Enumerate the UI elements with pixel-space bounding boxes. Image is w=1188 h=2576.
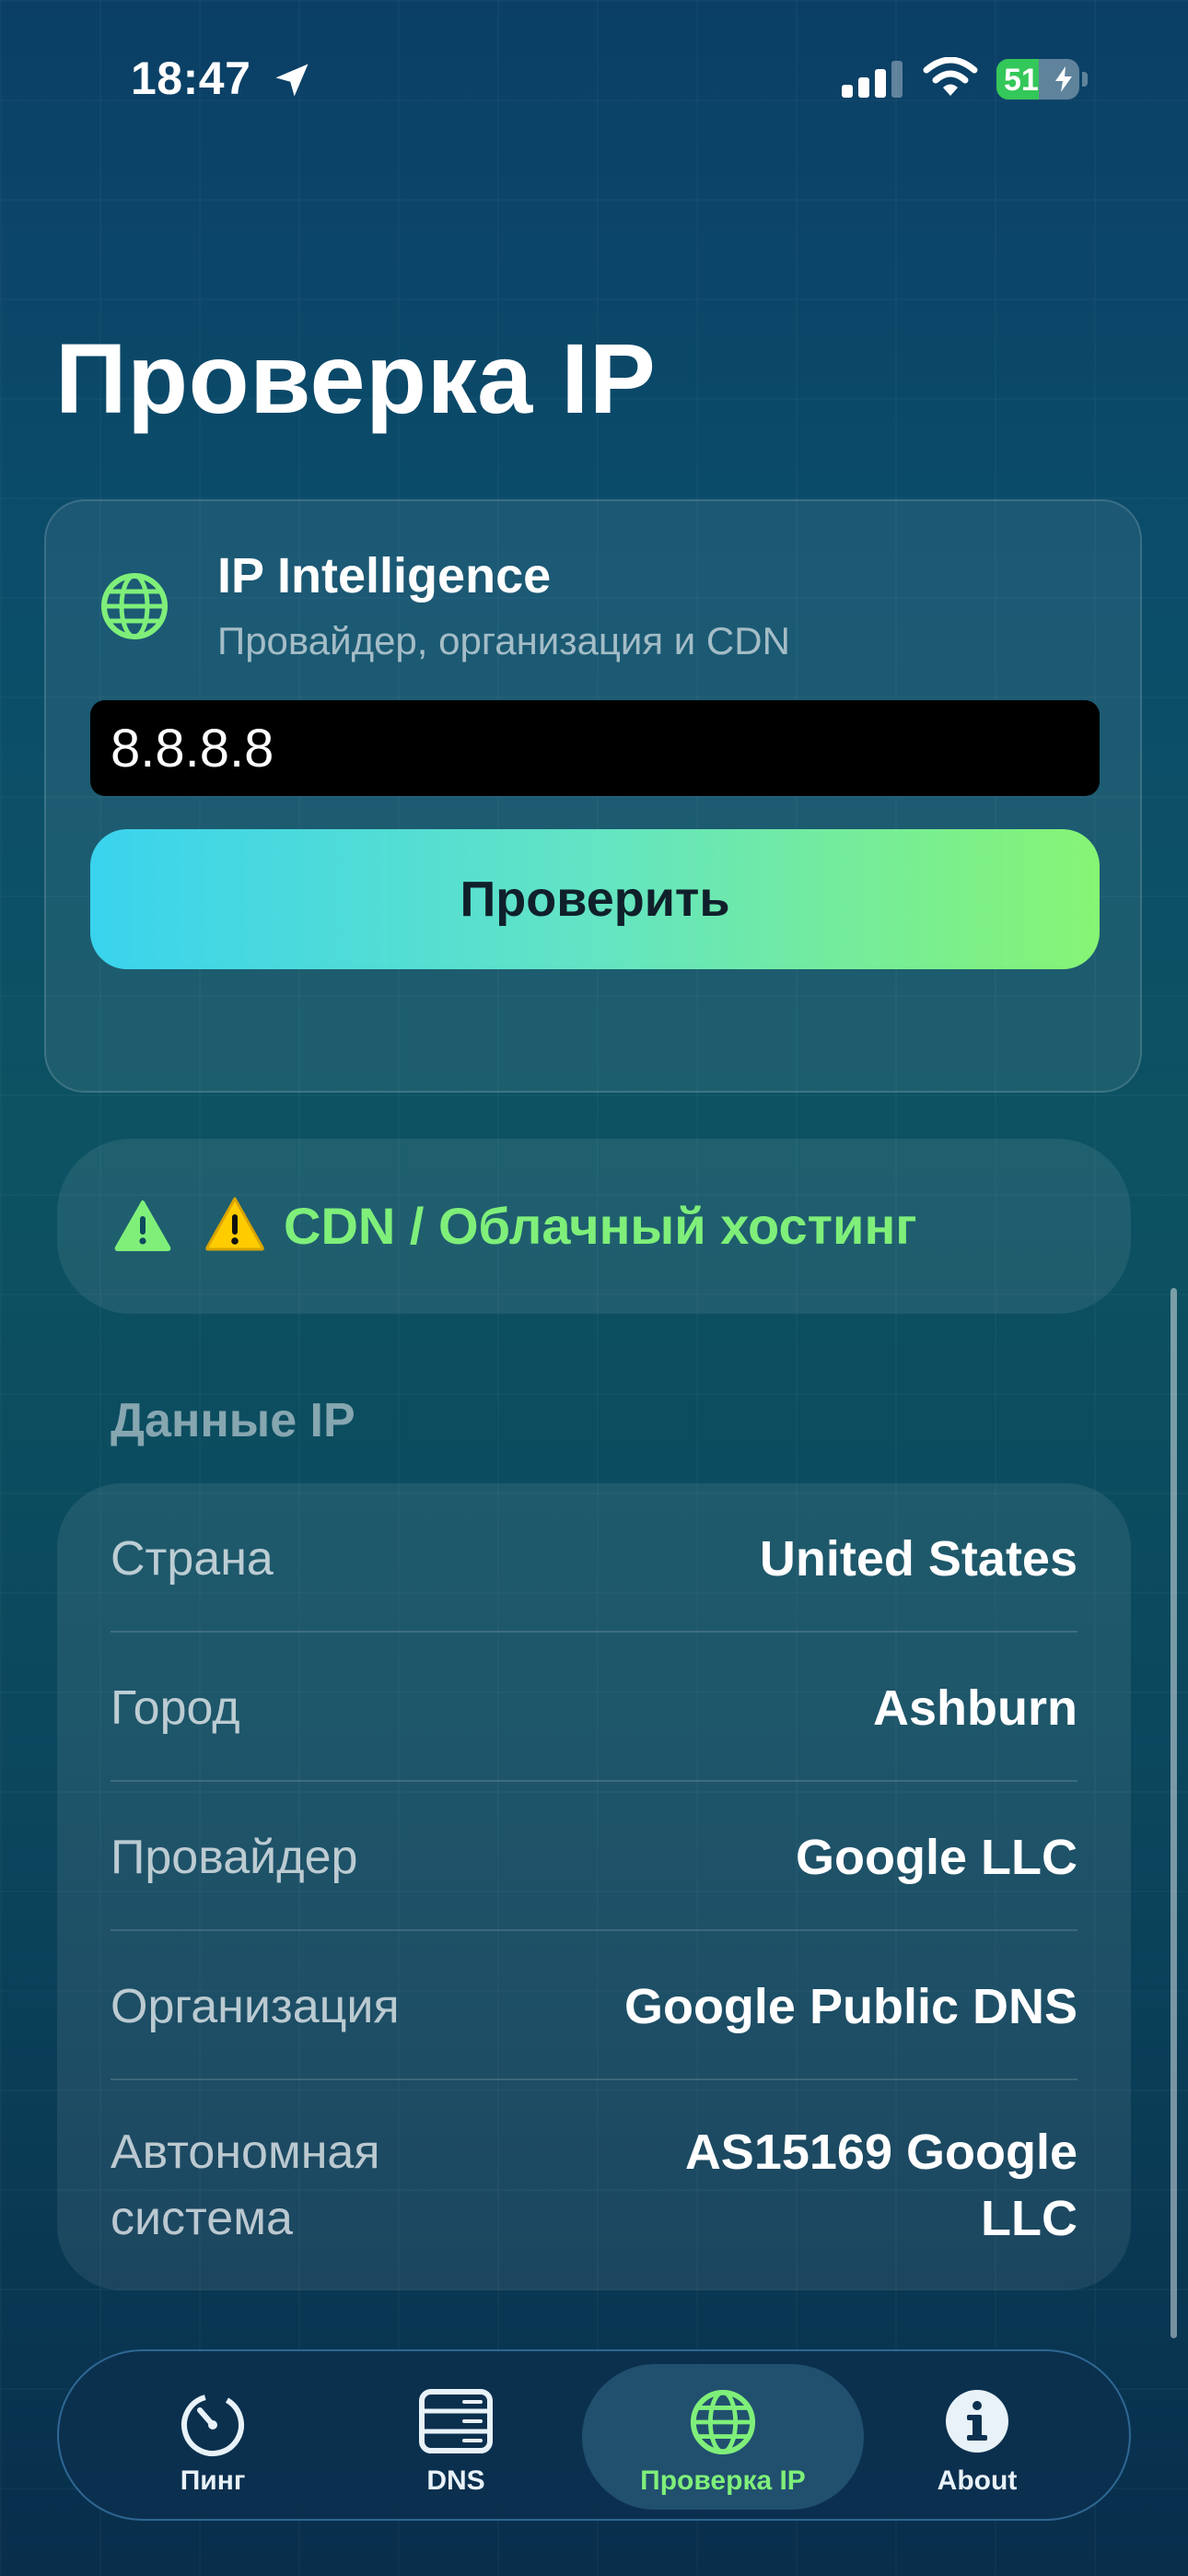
server-icon <box>419 2389 493 2453</box>
check-button[interactable]: Проверить <box>90 829 1100 969</box>
info-icon <box>946 2390 1008 2453</box>
ip-details-card: Страна United States Город Ashburn Прова… <box>57 1483 1131 2290</box>
tab-label: About <box>937 2465 1018 2496</box>
card-title: IP Intelligence <box>217 548 552 603</box>
tab-label: Проверка IP <box>640 2465 806 2496</box>
detail-label: Организация <box>111 1980 400 2033</box>
detail-value: AS15169 Google LLC <box>684 2125 1077 2246</box>
detail-value: Google Public DNS <box>623 1979 1077 2034</box>
page-title: Проверка IP <box>55 322 657 434</box>
detail-label: Провайдер <box>111 1831 358 1884</box>
cdn-warning-banner: CDN / Облачный хостинг <box>57 1139 1131 1314</box>
ip-address-input[interactable] <box>90 700 1100 796</box>
tab-ping[interactable]: Пинг <box>72 2364 354 2510</box>
globe-icon <box>690 2389 756 2455</box>
cellular-signal-icon <box>842 61 903 98</box>
row-divider <box>111 1929 1077 1931</box>
card-subtitle: Провайдер, организация и CDN <box>217 619 790 662</box>
charging-bolt-icon <box>1055 66 1072 92</box>
tab-label: Пинг <box>180 2465 246 2496</box>
detail-label: Город <box>111 1681 240 1735</box>
location-arrow-icon <box>275 64 309 97</box>
detail-value: United States <box>759 1531 1077 1587</box>
detail-value: Ashburn <box>873 1680 1077 1736</box>
stopwatch-icon <box>181 2394 244 2456</box>
battery-indicator: 51 <box>996 59 1079 100</box>
warning-icon <box>114 1200 171 1251</box>
detail-label: Страна <box>111 1532 274 1586</box>
warning-text: CDN / Облачный хостинг <box>284 1197 917 1255</box>
ip-lookup-card: IP Intelligence Провайдер, организация и… <box>44 499 1142 1093</box>
detail-value: Google LLC <box>796 1830 1077 1885</box>
battery-cap <box>1082 72 1088 87</box>
tab-bar: Пинг DNS Проверка IP About <box>57 2349 1131 2521</box>
tab-dns[interactable]: DNS <box>315 2364 597 2510</box>
tab-label: DNS <box>426 2465 485 2496</box>
scroll-indicator[interactable] <box>1171 1288 1177 2338</box>
status-time: 18:47 <box>131 53 251 104</box>
row-divider <box>111 1631 1077 1633</box>
globe-icon <box>101 573 168 639</box>
wifi-icon <box>923 57 978 96</box>
row-divider <box>111 2078 1077 2080</box>
detail-label: Автономная система <box>111 2125 380 2245</box>
tab-ip-check[interactable]: Проверка IP <box>582 2364 864 2510</box>
battery-level: 51 <box>1004 63 1039 98</box>
section-header: Данные IP <box>111 1394 355 1447</box>
app-screen: 18:47 51 Проверка IP IP Intelligence Про… <box>0 0 1188 2576</box>
tab-about[interactable]: About <box>836 2364 1118 2510</box>
row-divider <box>111 1780 1077 1782</box>
warning-emoji-icon <box>205 1197 264 1251</box>
